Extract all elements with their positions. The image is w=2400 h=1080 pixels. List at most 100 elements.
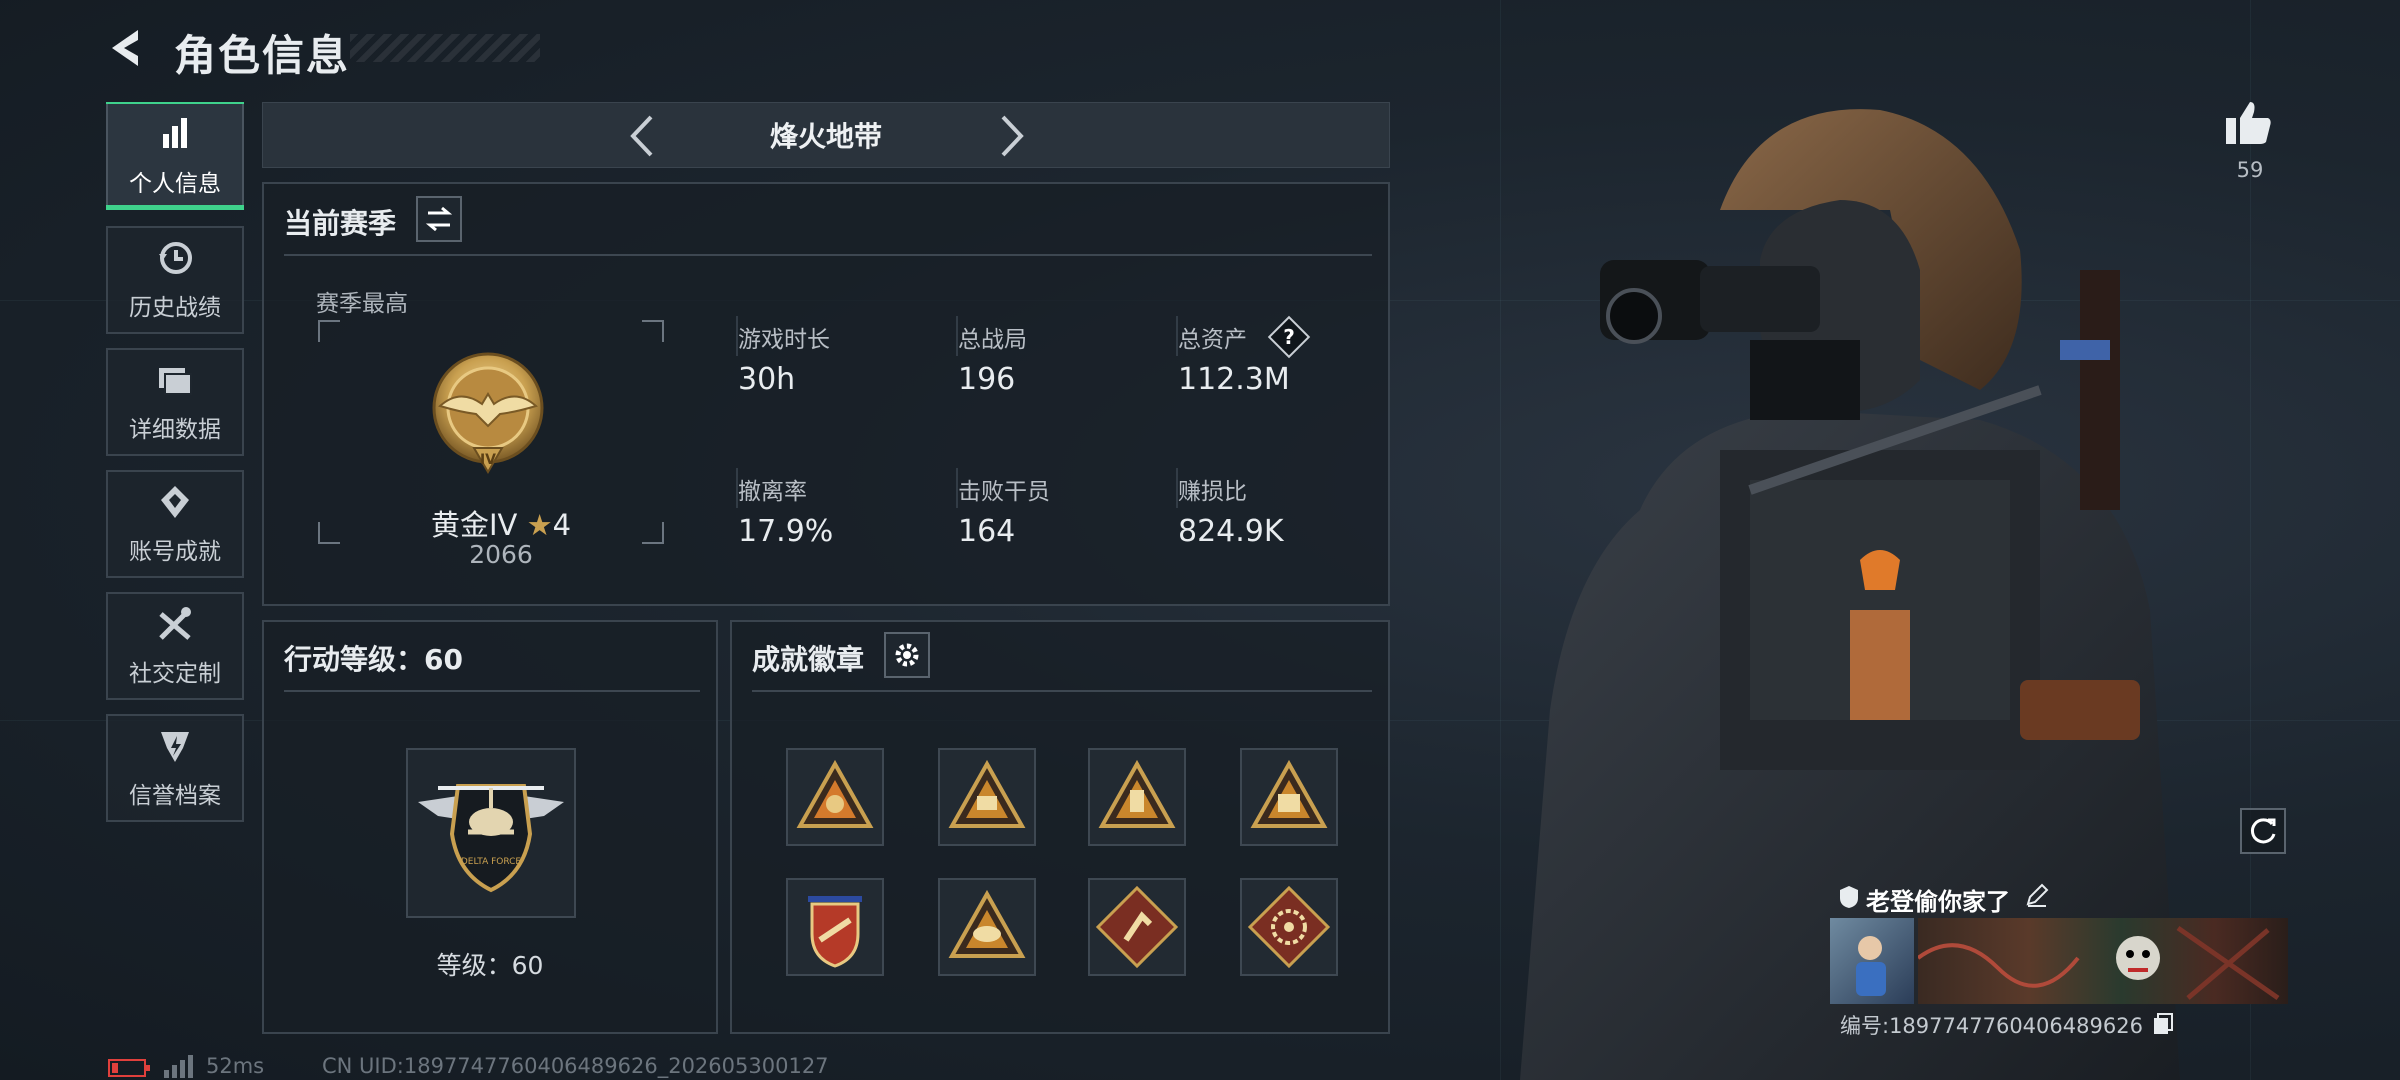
season-title: 当前赛季 [284, 207, 397, 240]
badge-icon [948, 759, 1026, 828]
edit-pencil-icon[interactable] [2024, 882, 2050, 908]
help-button[interactable]: ? [1267, 315, 1311, 359]
badge-icon [1247, 885, 1331, 969]
achievement-badge[interactable] [938, 748, 1036, 846]
frame-corner [642, 320, 664, 342]
season-best-label: 赛季最高 [316, 291, 408, 317]
folder-icon [159, 368, 192, 395]
stat-label: 撤离率 [738, 479, 807, 505]
nav-label: 个人信息 [129, 171, 221, 197]
badge-icon [1250, 759, 1328, 828]
rank-stars: 4 [552, 508, 572, 542]
uid-text: CN UID:1897747760406489626_202605300127 [322, 1054, 829, 1078]
divider [284, 690, 700, 692]
shield-badge-icon [161, 732, 189, 762]
star-icon: ★ [526, 508, 553, 542]
action-level-panel[interactable]: 行动等级：60 DELTA FORCE 等级：60 [262, 620, 718, 1034]
nav-label: 历史战绩 [129, 295, 221, 321]
nav-item-social[interactable]: 社交定制 [106, 592, 244, 700]
bar-chart-icon [163, 118, 187, 148]
achievement-badge[interactable] [786, 748, 884, 846]
stat-value: 196 [958, 362, 1016, 397]
stat-value: 17.9% [738, 514, 834, 549]
achievement-icon [161, 486, 189, 518]
achievements-panel: 成就徽章 [730, 620, 1390, 1034]
stat-label: 赚损比 [1178, 479, 1247, 505]
help-icon: ? [1283, 325, 1295, 349]
stat-label: 游戏时长 [738, 327, 830, 353]
season-switch-button[interactable] [416, 196, 462, 242]
thumbs-up-icon [2226, 102, 2271, 144]
mode-label: 烽火地带 [769, 120, 882, 153]
achievement-badge[interactable] [1240, 878, 1338, 976]
history-clock-icon [159, 242, 192, 274]
back-button[interactable] [104, 26, 152, 70]
mode-next-button[interactable] [991, 111, 1031, 161]
nav-item-achievements[interactable]: 账号成就 [106, 470, 244, 578]
nav-label: 社交定制 [129, 661, 221, 687]
rank-line: 黄金IV ★4 [264, 502, 738, 544]
title-decoration [350, 34, 540, 62]
achievement-badge[interactable] [1240, 748, 1338, 846]
badge-icon [808, 896, 862, 968]
level-text: 等级：60 [436, 951, 544, 980]
nav-item-details[interactable]: 详细数据 [106, 348, 244, 456]
nav-item-history[interactable]: 历史战绩 [106, 226, 244, 334]
player-name: 老登偷你家了 [1866, 888, 2010, 916]
rank-score: 2066 [469, 540, 533, 569]
battery-icon [108, 1059, 150, 1077]
rank-name: 黄金IV [430, 508, 518, 542]
divider [752, 690, 1372, 692]
stat-value: 30h [738, 362, 796, 397]
mode-selector: 烽火地带 [262, 102, 1390, 168]
stat-label: 总资产 [1178, 327, 1247, 353]
stat-value: 164 [958, 514, 1016, 549]
avatar-figure-icon [1856, 936, 1886, 996]
refresh-icon [2250, 818, 2276, 844]
chevron-right-icon [1001, 115, 1024, 157]
player-avatar[interactable] [1830, 918, 1914, 1004]
nav-label: 账号成就 [129, 539, 221, 565]
stat-label: 击败干员 [958, 479, 1050, 505]
badge-icon [1095, 885, 1179, 969]
copy-icon[interactable] [2152, 1012, 2174, 1036]
achievements-title: 成就徽章 [752, 643, 865, 676]
tools-icon [159, 607, 191, 640]
player-banner-card[interactable] [1916, 918, 2288, 1004]
frame-corner [318, 320, 340, 342]
badge-icon [948, 889, 1026, 958]
achievement-badge[interactable] [1088, 878, 1186, 976]
helicopter-emblem-icon: DELTA FORCE [418, 784, 564, 893]
like-count: 59 [2236, 158, 2264, 182]
page-title: 角色信息 [174, 31, 351, 80]
achievement-badge[interactable] [1088, 748, 1186, 846]
svg-text:DELTA FORCE: DELTA FORCE [461, 857, 522, 867]
banner-art-icon [1916, 925, 2280, 1001]
achievement-badge[interactable] [938, 878, 1036, 976]
badge-icon [1098, 759, 1176, 828]
character-info-screen: 角色信息 个人信息 历史战绩 详细数据 账号成就 社交定制 信誉档案 烽火地带 … [0, 0, 2400, 1080]
achievement-badge[interactable] [786, 878, 884, 976]
stat-value: 112.3M [1178, 362, 1290, 397]
nav-label: 详细数据 [129, 417, 221, 443]
divider [284, 254, 1372, 256]
nav-item-reputation[interactable]: 信誉档案 [106, 714, 244, 822]
season-panel: 当前赛季 赛季最高 IV 黄金IV ★4 2066 游戏时长 30h 总战局 1… [262, 182, 1390, 606]
signal-icon [164, 1055, 193, 1078]
nav-item-personal-info[interactable]: 个人信息 [106, 102, 244, 210]
stat-label: 总战局 [958, 327, 1027, 353]
gear-icon [895, 643, 919, 667]
shield-icon [1840, 886, 1858, 908]
gold-rank-emblem-icon: IV [432, 352, 544, 474]
swap-icon [425, 206, 453, 232]
ping-text: 52ms [206, 1054, 265, 1078]
level-emblem-frame: DELTA FORCE [406, 748, 576, 918]
achievements-settings-button[interactable] [884, 632, 930, 678]
like-button[interactable] [2222, 96, 2276, 150]
player-id: 编号:1897747760406489626 [1840, 1014, 2143, 1038]
refresh-button[interactable] [2240, 808, 2286, 854]
svg-text:IV: IV [480, 452, 496, 468]
badge-icon [796, 759, 874, 828]
nav-label: 信誉档案 [129, 783, 221, 809]
back-arrow-icon [112, 30, 138, 66]
